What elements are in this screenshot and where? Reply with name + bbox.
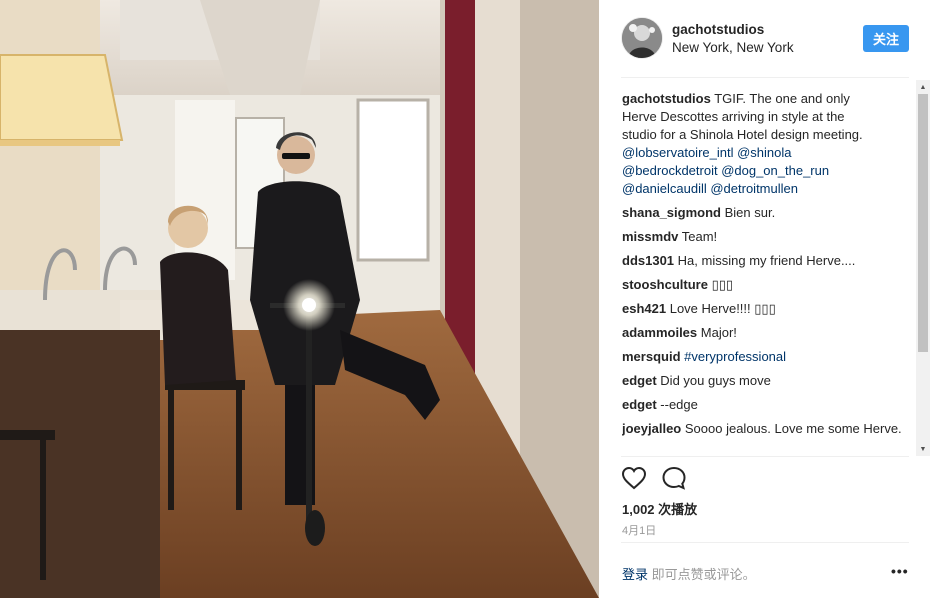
login-prompt: 登录 即可点赞或评论。 <box>622 564 756 583</box>
comment-username[interactable]: mersquid <box>622 349 681 364</box>
comment-text: Major! <box>700 325 737 340</box>
comment-text: Did you guys move <box>660 373 771 388</box>
comment-text: Ha, missing my friend Herve.... <box>677 253 856 268</box>
post-video[interactable] <box>0 0 599 598</box>
comment-text: Bien sur. <box>724 205 776 220</box>
comment-item: stooshculture ▯▯▯ <box>622 276 912 294</box>
comment-text: Soooo jealous. Love me some Herve. <box>684 421 902 436</box>
follow-button[interactable]: 关注 <box>863 25 909 52</box>
post-header: gachotstudios New York, New York 关注 <box>599 0 933 78</box>
comment-item: mersquid #veryprofessional <box>622 348 912 366</box>
caption-text-line: studio for a Shinola Hotel design meetin… <box>622 127 863 142</box>
comment-item: esh421 Love Herve!!!! ▯▯▯ <box>622 300 912 318</box>
comment-username[interactable]: missmdv <box>622 229 678 244</box>
comment-text: Love Herve!!!! ▯▯▯ <box>669 301 776 316</box>
scroll-down-arrow-icon[interactable]: ▼ <box>916 442 930 456</box>
divider <box>621 542 909 543</box>
post-location[interactable]: New York, New York <box>672 40 794 55</box>
comment-username[interactable]: joeyjalleo <box>622 421 681 436</box>
avatar-image <box>622 18 662 58</box>
scrollbar-thumb[interactable] <box>918 94 928 352</box>
caption-mentions[interactable]: @lobservatoire_intl @shinola <box>622 144 912 162</box>
comment-text: ▯▯▯ <box>711 277 734 292</box>
comment-username[interactable]: shana_sigmond <box>622 205 721 220</box>
view-count[interactable]: 1,002 次播放 <box>622 499 697 518</box>
heart-icon[interactable] <box>621 466 647 490</box>
comment-username[interactable]: edget <box>622 397 657 412</box>
caption-text-line: Herve Descottes arriving in style at the <box>622 109 845 124</box>
comment-item: missmdv Team! <box>622 228 912 246</box>
comment-item: edget Did you guys move <box>622 372 912 390</box>
post-sidebar: gachotstudios New York, New York 关注 gach… <box>599 0 933 598</box>
login-prompt-text: 即可点赞或评论。 <box>648 567 756 582</box>
comment-item: dds1301 Ha, missing my friend Herve.... <box>622 252 912 270</box>
caption-username[interactable]: gachotstudios <box>622 91 711 106</box>
comment-username[interactable]: stooshculture <box>622 277 708 292</box>
comment-username[interactable]: esh421 <box>622 301 666 316</box>
divider <box>621 456 909 457</box>
divider <box>621 77 909 78</box>
speech-bubble-icon[interactable] <box>661 466 687 490</box>
comment-username[interactable]: edget <box>622 373 657 388</box>
comment-hashtag[interactable]: #veryprofessional <box>684 349 786 364</box>
comment-item: joeyjalleo Soooo jealous. Love me some H… <box>622 420 912 438</box>
comment-username[interactable]: adammoiles <box>622 325 697 340</box>
comments-list[interactable]: gachotstudios TGIF. The one and only Her… <box>622 90 912 456</box>
caption-text-line: TGIF. The one and only <box>714 91 850 106</box>
comment-item: edget --edge <box>622 396 912 414</box>
ellipsis-icon[interactable]: ••• <box>891 563 909 579</box>
post-username[interactable]: gachotstudios <box>672 22 764 37</box>
comment-username[interactable]: dds1301 <box>622 253 674 268</box>
comment-text: --edge <box>660 397 698 412</box>
caption-mentions[interactable]: @danielcaudill @detroitmullen <box>622 180 912 198</box>
caption-mentions[interactable]: @bedrockdetroit @dog_on_the_run <box>622 162 912 180</box>
comment-item: adammoiles Major! <box>622 324 912 342</box>
avatar[interactable] <box>622 18 662 58</box>
video-frame <box>0 0 599 598</box>
comment-text: Team! <box>681 229 718 244</box>
post-date[interactable]: 4月1日 <box>622 522 656 538</box>
comment-item: shana_sigmond Bien sur. <box>622 204 912 222</box>
caption: gachotstudios TGIF. The one and only Her… <box>622 90 912 198</box>
comments-scrollbar[interactable]: ▲ ▼ <box>916 80 930 456</box>
scroll-up-arrow-icon[interactable]: ▲ <box>916 80 930 94</box>
login-link[interactable]: 登录 <box>622 567 648 582</box>
